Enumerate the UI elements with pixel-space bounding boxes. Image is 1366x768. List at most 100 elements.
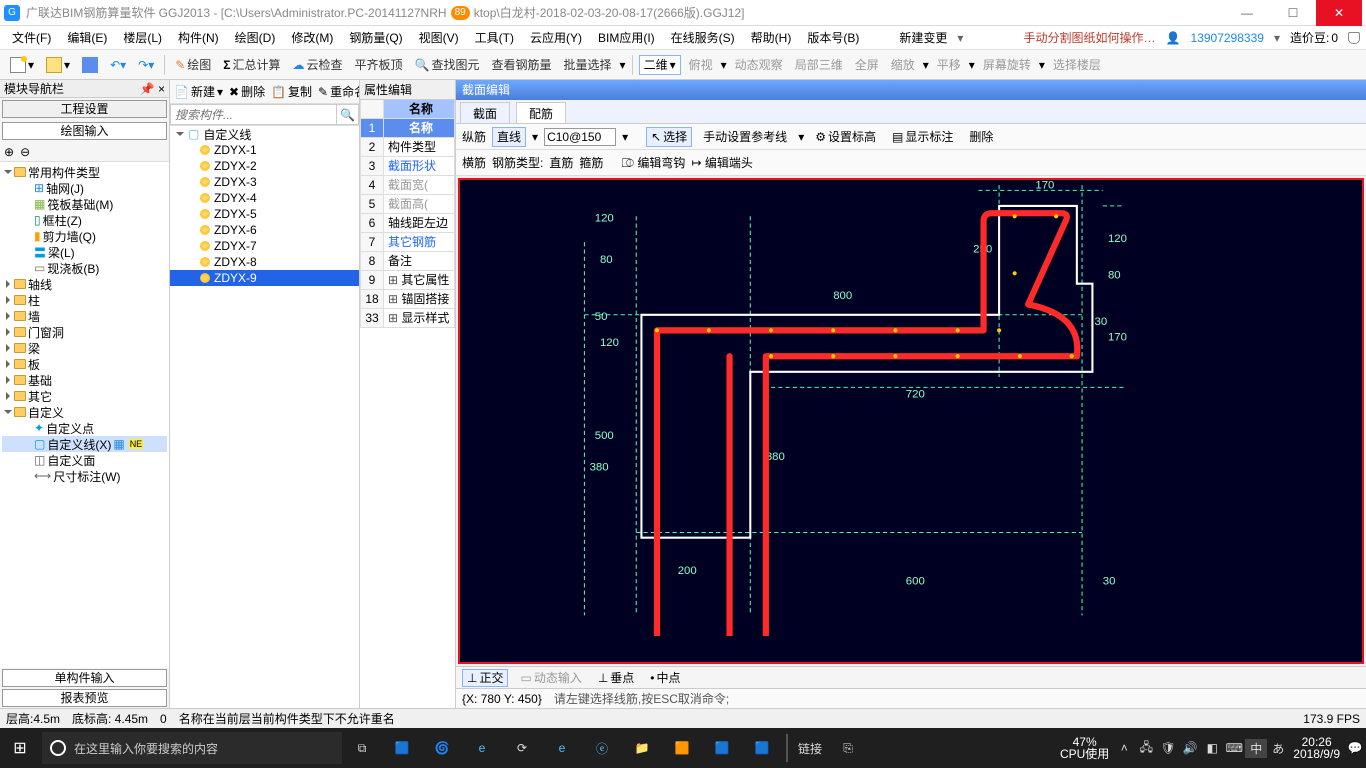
canvas[interactable]: 170 120 120 250 80 80 30 170 800 50 500 …: [458, 178, 1364, 664]
tb-rotate[interactable]: 屏幕旋转: [979, 54, 1035, 76]
tb-flat[interactable]: 平齐板顶: [351, 54, 407, 76]
tb-redo[interactable]: ↷▾: [134, 54, 158, 76]
menu-draw[interactable]: 绘图(D): [229, 29, 282, 46]
tree-g-found[interactable]: 基础: [28, 372, 52, 389]
menu-modify[interactable]: 修改(M): [285, 29, 339, 46]
tree-shear[interactable]: 剪力墙(Q): [43, 228, 96, 245]
minimize-button[interactable]: —: [1224, 0, 1270, 26]
tree-g-col[interactable]: 柱: [28, 292, 40, 309]
btn-delete[interactable]: 删除: [964, 127, 998, 147]
btn-end[interactable]: ↦ 编辑端头: [691, 154, 752, 171]
menu-floor[interactable]: 楼层(L): [117, 29, 168, 46]
start-button[interactable]: ⊞: [0, 728, 40, 768]
cl-item-1[interactable]: ZDYX-2: [214, 159, 257, 173]
search-button[interactable]: 🔍: [337, 104, 359, 125]
tb-cloud[interactable]: ☁云检查: [289, 54, 347, 76]
menu-edit[interactable]: 编辑(E): [61, 29, 113, 46]
maximize-button[interactable]: ☐: [1270, 0, 1316, 26]
pin-icon[interactable]: 📌 ×: [140, 82, 165, 96]
tb-dynview[interactable]: 动态观察: [731, 54, 787, 76]
tree-g-wall[interactable]: 墙: [28, 308, 40, 325]
tb-undo[interactable]: ↶▾: [106, 54, 130, 76]
code-input[interactable]: [544, 128, 616, 146]
menu-version[interactable]: 版本号(B): [801, 29, 865, 46]
btn-gu[interactable]: 箍筋: [579, 154, 603, 171]
cl-item-5[interactable]: ZDYX-6: [214, 223, 257, 237]
app4-icon[interactable]: 🟦: [702, 728, 742, 768]
tree-g-beam[interactable]: 梁: [28, 340, 40, 357]
menu-help[interactable]: 帮助(H): [745, 29, 798, 46]
tb-find[interactable]: 🔍查找图元: [411, 54, 484, 76]
app1-icon[interactable]: 🟦: [382, 728, 422, 768]
tb-link[interactable]: 链接: [792, 740, 828, 757]
tree-g-opening[interactable]: 门窗洞: [28, 324, 64, 341]
tb-draw[interactable]: ✎绘图: [171, 54, 215, 76]
tb-bird[interactable]: 俯视: [685, 54, 717, 76]
tree-common[interactable]: 常用构件类型: [28, 164, 100, 181]
edge2-icon[interactable]: e: [542, 728, 582, 768]
btn-zhi[interactable]: 直筋: [549, 154, 573, 171]
tree-cust-face[interactable]: 自定义面: [47, 452, 95, 469]
tree-g-slab[interactable]: 板: [28, 356, 40, 373]
app2-icon[interactable]: 🌀: [422, 728, 462, 768]
tb-sum[interactable]: Σ 汇总计算: [219, 54, 284, 76]
account-number[interactable]: 13907298339: [1191, 31, 1264, 45]
tree-beam[interactable]: 梁(L): [48, 244, 75, 261]
btn-ortho[interactable]: ⊥ 正交: [462, 669, 508, 687]
tb-zoom[interactable]: 缩放: [887, 54, 919, 76]
taskbar-search[interactable]: 在这里输入你要搜索的内容: [42, 732, 342, 764]
tree-cust-line[interactable]: 自定义线(X): [47, 436, 111, 453]
btn-line[interactable]: 直线: [492, 127, 526, 147]
tab-draw-input[interactable]: 绘图输入: [2, 122, 167, 140]
menu-component[interactable]: 构件(N): [172, 29, 225, 46]
tree-cust-dim[interactable]: 尺寸标注(W): [53, 468, 120, 485]
tree-slab[interactable]: 现浇板(B): [47, 260, 99, 277]
cl-item-7[interactable]: ZDYX-8: [214, 255, 257, 269]
tray-app-icon[interactable]: ◧: [1201, 741, 1223, 755]
cl-copy[interactable]: 📋复制: [269, 83, 314, 100]
ie-icon[interactable]: ⓔ: [582, 728, 622, 768]
tray-shield-icon[interactable]: 🛡: [1157, 741, 1179, 755]
tree-g-custom[interactable]: 自定义: [28, 404, 64, 421]
menu-online[interactable]: 在线服务(S): [665, 29, 741, 46]
btn-mid[interactable]: • 中点: [646, 669, 684, 687]
hint-link[interactable]: 手动分割图纸如何操作…: [1024, 29, 1156, 46]
explorer-icon[interactable]: 📁: [622, 728, 662, 768]
cl-item-8[interactable]: ZDYX-9: [214, 271, 257, 285]
tb-2d-combo[interactable]: 二维▾: [639, 55, 681, 75]
btn-set-elev[interactable]: ⚙ 设置标高: [810, 127, 881, 147]
tb-pan[interactable]: 平移: [933, 54, 965, 76]
btn-select[interactable]: ↖ 选择: [646, 127, 692, 147]
action-center-icon[interactable]: 💬: [1344, 741, 1366, 755]
tab-section[interactable]: 截面: [460, 102, 510, 123]
tab-report[interactable]: 报表预览: [2, 689, 167, 707]
tree-cust-pt[interactable]: 自定义点: [46, 420, 94, 437]
app3-icon[interactable]: 🟧: [662, 728, 702, 768]
cl-item-0[interactable]: ZDYX-1: [214, 143, 257, 157]
close-button[interactable]: ✕: [1316, 0, 1362, 26]
tree-raft[interactable]: 筏板基础(M): [47, 196, 113, 213]
tray-net-icon[interactable]: 🖧: [1135, 738, 1157, 759]
ime-indicator[interactable]: 中: [1245, 739, 1267, 758]
menu-file[interactable]: 文件(F): [6, 29, 57, 46]
tree-collapse-icon[interactable]: ⊖: [20, 145, 30, 159]
menu-view[interactable]: 视图(V): [413, 29, 465, 46]
tab-project-settings[interactable]: 工程设置: [2, 100, 167, 118]
menu-cloud[interactable]: 云应用(Y): [524, 29, 588, 46]
btn-bend[interactable]: ⎄ 编辑弯钩: [621, 154, 685, 171]
tab-single-input[interactable]: 单构件输入: [2, 669, 167, 687]
tray-up-icon[interactable]: ˄: [1113, 741, 1135, 755]
tb-new[interactable]: ▾: [6, 54, 38, 76]
tb-pickfloor[interactable]: 选择楼层: [1049, 54, 1105, 76]
tab-reinforce[interactable]: 配筋: [516, 102, 566, 123]
cl-new[interactable]: 📄新建▾: [172, 83, 225, 100]
tray-jp-icon[interactable]: あ: [1267, 740, 1289, 757]
clock[interactable]: 20:262018/9/9: [1289, 736, 1344, 760]
taskview-icon[interactable]: ⧉: [342, 728, 382, 768]
tree-g-axis[interactable]: 轴线: [28, 276, 52, 293]
btn-perp[interactable]: ⊥ 垂点: [594, 669, 638, 687]
refresh-icon[interactable]: ⟳: [502, 728, 542, 768]
btn-dyninput[interactable]: ▭ 动态输入: [516, 669, 585, 687]
tb-batch[interactable]: 批量选择: [560, 54, 616, 76]
tray-kb-icon[interactable]: ⌨: [1223, 741, 1245, 755]
